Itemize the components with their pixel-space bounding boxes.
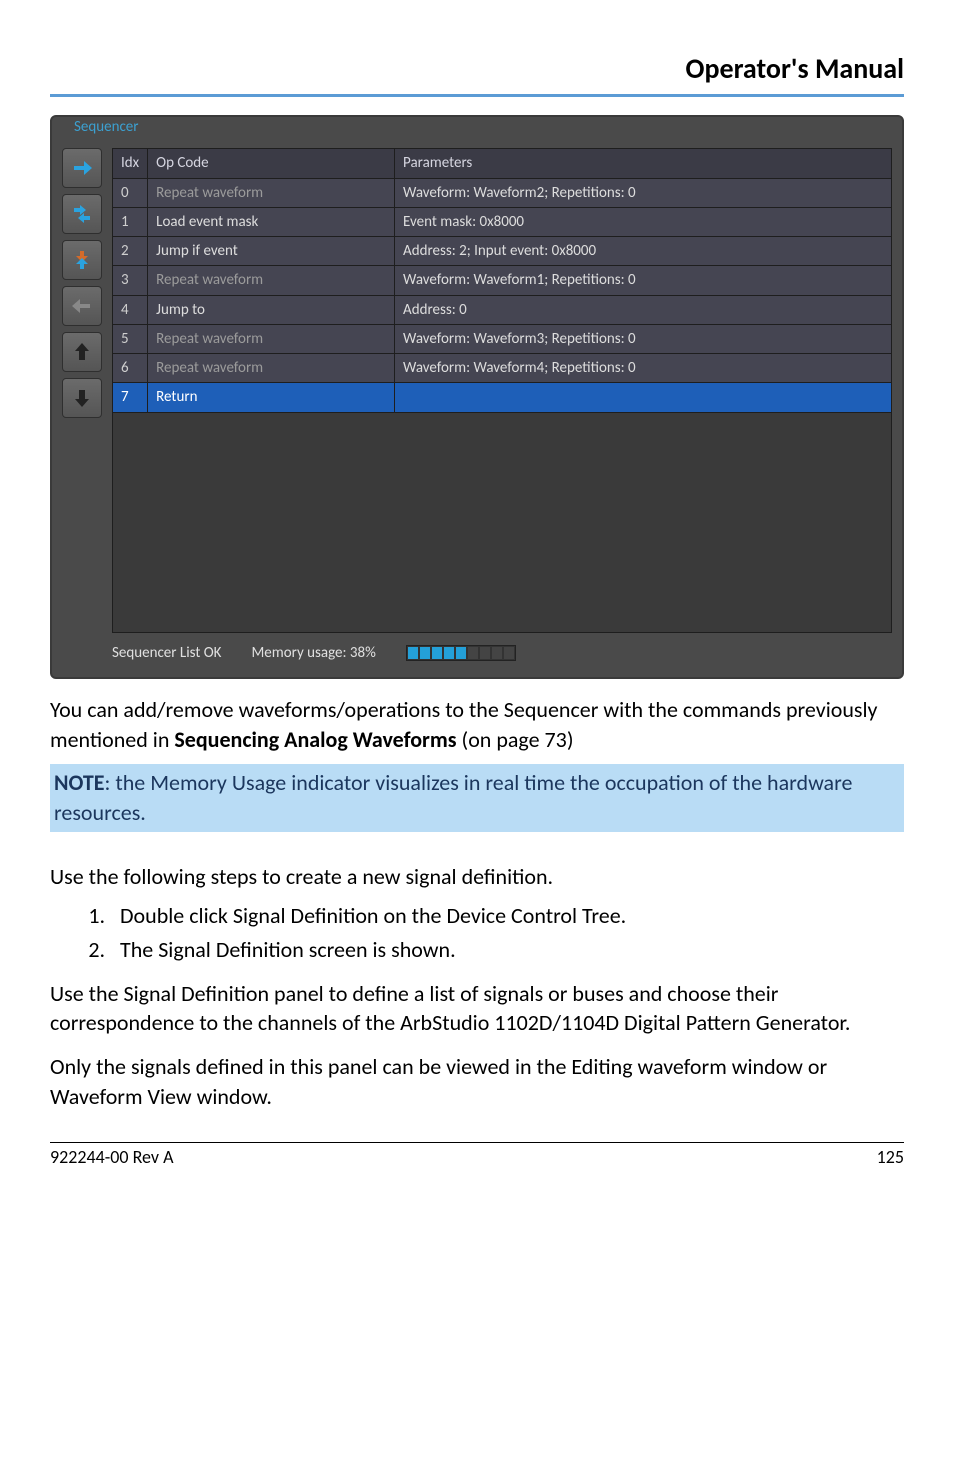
cell-params: Address: 2; Input event: 0x8000 bbox=[395, 237, 892, 266]
cell-params: Event mask: 0x8000 bbox=[395, 207, 892, 236]
steps-list: Double click Signal Definition on the De… bbox=[110, 899, 904, 966]
cell-params bbox=[395, 383, 892, 412]
sequencer-panel: Sequencer bbox=[50, 115, 904, 679]
memory-progress bbox=[406, 645, 516, 661]
table-row[interactable]: 6 Repeat waveform Waveform: Waveform4; R… bbox=[113, 354, 892, 383]
col-opcode[interactable]: Op Code bbox=[148, 149, 395, 178]
cell-idx: 0 bbox=[113, 178, 148, 207]
progress-segment bbox=[432, 647, 442, 659]
status-seq-list: Sequencer List OK bbox=[112, 643, 221, 663]
note-text: : the Memory Usage indicator visualizes … bbox=[54, 769, 852, 826]
table-row[interactable]: 2 Jump if event Address: 2; Input event:… bbox=[113, 237, 892, 266]
sequencer-table[interactable]: Idx Op Code Parameters 0 Repeat waveform… bbox=[112, 148, 892, 412]
col-params[interactable]: Parameters bbox=[395, 149, 892, 178]
cell-op: Repeat waveform bbox=[148, 354, 395, 383]
progress-segment bbox=[504, 647, 514, 659]
cell-op: Jump if event bbox=[148, 237, 395, 266]
cell-op: Return bbox=[148, 383, 395, 412]
cell-op: Repeat waveform bbox=[148, 266, 395, 295]
progress-segment bbox=[480, 647, 490, 659]
groupbox-label: Sequencer bbox=[70, 118, 143, 136]
cell-idx: 5 bbox=[113, 324, 148, 353]
right-arrow-icon[interactable] bbox=[62, 148, 102, 188]
down-arrow-icon[interactable] bbox=[62, 378, 102, 418]
progress-segment bbox=[456, 647, 466, 659]
text-bold: Sequencing Analog Waveforms bbox=[174, 726, 456, 753]
cell-params: Waveform: Waveform2; Repetitions: 0 bbox=[395, 178, 892, 207]
cell-params: Waveform: Waveform1; Repetitions: 0 bbox=[395, 266, 892, 295]
page-title: Operator's Manual bbox=[50, 50, 904, 97]
status-bar: Sequencer List OK Memory usage: 38% bbox=[62, 643, 892, 663]
paragraph: Only the signals defined in this panel c… bbox=[50, 1052, 904, 1111]
swap-icon[interactable] bbox=[62, 240, 102, 280]
footer-rev: 922244-00 Rev A bbox=[50, 1145, 174, 1169]
cell-idx: 3 bbox=[113, 266, 148, 295]
paragraph: You can add/remove waveforms/operations … bbox=[50, 695, 904, 754]
cell-op: Repeat waveform bbox=[148, 324, 395, 353]
note-box: NOTE: the Memory Usage indicator visuali… bbox=[50, 764, 904, 831]
list-item: Double click Signal Definition on the De… bbox=[110, 899, 904, 933]
left-arrow-icon[interactable] bbox=[62, 286, 102, 326]
cell-idx: 7 bbox=[113, 383, 148, 412]
cell-op: Repeat waveform bbox=[148, 178, 395, 207]
table-row[interactable]: 5 Repeat waveform Waveform: Waveform3; R… bbox=[113, 324, 892, 353]
table-row[interactable]: 3 Repeat waveform Waveform: Waveform1; R… bbox=[113, 266, 892, 295]
cell-params: Waveform: Waveform3; Repetitions: 0 bbox=[395, 324, 892, 353]
list-item: The Signal Definition screen is shown. bbox=[110, 933, 904, 967]
cell-op: Jump to bbox=[148, 295, 395, 324]
text: (on page 73) bbox=[457, 726, 574, 753]
cell-params: Address: 0 bbox=[395, 295, 892, 324]
up-arrow-icon[interactable] bbox=[62, 332, 102, 372]
table-row[interactable]: 4 Jump to Address: 0 bbox=[113, 295, 892, 324]
progress-segment bbox=[420, 647, 430, 659]
table-empty-area bbox=[112, 413, 892, 633]
status-memory-label: Memory usage: 38% bbox=[251, 643, 375, 663]
table-row[interactable]: 0 Repeat waveform Waveform: Waveform2; R… bbox=[113, 178, 892, 207]
cell-idx: 1 bbox=[113, 207, 148, 236]
progress-segment bbox=[408, 647, 418, 659]
cell-idx: 6 bbox=[113, 354, 148, 383]
table-row[interactable]: 1 Load event mask Event mask: 0x8000 bbox=[113, 207, 892, 236]
cell-idx: 4 bbox=[113, 295, 148, 324]
progress-segment bbox=[444, 647, 454, 659]
cell-idx: 2 bbox=[113, 237, 148, 266]
note-label: NOTE bbox=[54, 769, 105, 796]
cell-params: Waveform: Waveform4; Repetitions: 0 bbox=[395, 354, 892, 383]
puzzle-icon[interactable] bbox=[62, 194, 102, 234]
sequencer-toolbar bbox=[62, 148, 104, 632]
progress-segment bbox=[468, 647, 478, 659]
page-footer: 922244-00 Rev A 125 bbox=[50, 1142, 904, 1169]
paragraph: Use the following steps to create a new … bbox=[50, 862, 904, 892]
cell-op: Load event mask bbox=[148, 207, 395, 236]
col-idx[interactable]: Idx bbox=[113, 149, 148, 178]
progress-segment bbox=[492, 647, 502, 659]
table-row[interactable]: 7 Return bbox=[113, 383, 892, 412]
paragraph: Use the Signal Definition panel to defin… bbox=[50, 979, 904, 1038]
footer-page: 125 bbox=[877, 1145, 904, 1169]
